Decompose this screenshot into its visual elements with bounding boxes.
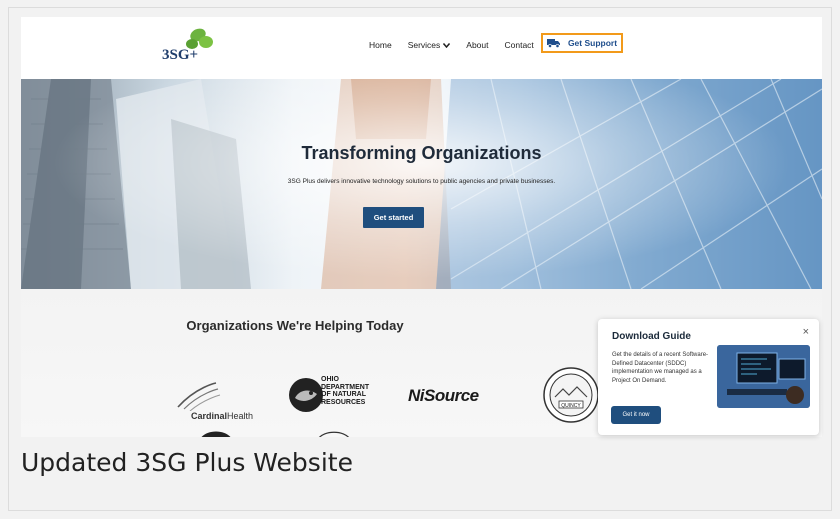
truck-icon: [546, 39, 560, 48]
nav-services-label: Services: [407, 40, 441, 50]
get-started-button[interactable]: Get started: [363, 207, 424, 228]
main-nav: Home Services About Contact: [369, 34, 550, 56]
odnr-logo-text: OHIO DEPARTMENT OF NATURAL RESOURCES: [321, 376, 369, 406]
cardinal-health-logo-icon: [177, 382, 221, 411]
hero-banner: Transforming Organizations 3SG Plus deli…: [21, 79, 822, 289]
odnr-logo-icon: [289, 378, 323, 412]
odnr-line-2: DEPARTMENT: [321, 383, 370, 391]
quincy-seal-icon: QUINCY: [543, 367, 599, 423]
odnr-line-4: RESOURCES: [321, 398, 366, 406]
get-support-label: Get Support: [567, 38, 618, 48]
seal-text: QUINCY: [561, 403, 581, 409]
popup-title: Download Guide: [612, 331, 691, 342]
cardinal-bold-text: Cardinal: [191, 411, 228, 421]
organizations-title: Organizations We're Helping Today: [186, 318, 404, 333]
hero-title: Transforming Organizations: [301, 143, 542, 163]
partial-seal-icon: [319, 431, 349, 437]
get-support-button[interactable]: Get Support: [541, 33, 623, 53]
get-it-now-button[interactable]: Get it now: [611, 406, 661, 424]
site-header: 3SG+ Home Services About Contact Get Sup…: [21, 17, 822, 79]
page-caption: Updated 3SG Plus Website: [21, 448, 353, 477]
popup-body: Get the details of a recent Software-Def…: [612, 352, 709, 384]
datacenter-image: [717, 345, 810, 408]
datacenter-workstation-icon: [717, 345, 810, 408]
partial-logo-icon: [201, 431, 231, 437]
download-guide-popup: Download Guide × Get the details of a re…: [598, 319, 819, 435]
site-logo[interactable]: 3SG+: [162, 25, 216, 65]
nav-services[interactable]: Services: [408, 40, 451, 50]
odnr-line-3: OF NATURAL: [321, 391, 366, 398]
nav-home[interactable]: Home: [369, 40, 392, 50]
chevron-down-icon: [443, 42, 451, 48]
nav-contact[interactable]: Contact: [505, 40, 534, 50]
close-icon[interactable]: ×: [803, 326, 809, 338]
cardinal-rest-text: Health: [227, 411, 254, 421]
nisource-logo: NiSource: [408, 386, 479, 405]
nav-about[interactable]: About: [466, 40, 488, 50]
logo-text: 3SG+: [162, 47, 199, 63]
hero-subtitle: 3SG Plus delivers innovative technology …: [287, 178, 556, 185]
odnr-line-1: OHIO: [321, 376, 339, 383]
cardinal-health-logo: CardinalHealth: [191, 411, 253, 421]
